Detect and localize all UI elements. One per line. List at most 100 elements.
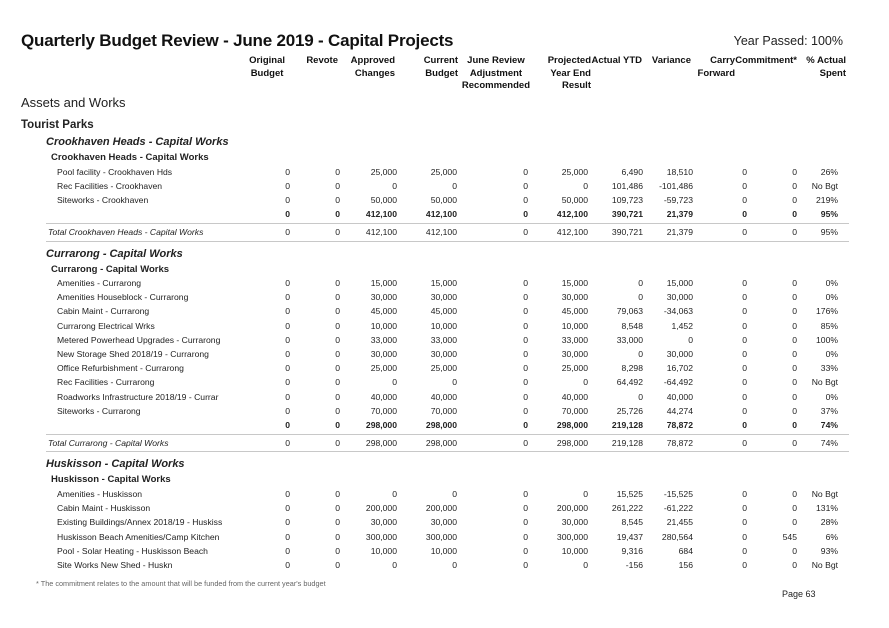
cell-carry-forward: 0: [742, 292, 747, 303]
cell-revote: 0: [335, 306, 340, 317]
cell-projected: 298,000: [556, 438, 588, 449]
cell-variance: 684: [678, 545, 693, 556]
cell-original-budget: 0: [285, 405, 290, 416]
cell-revote: 0: [335, 488, 340, 499]
cell-current-budget: 25,000: [430, 363, 457, 374]
project-name: Siteworks - Currarong: [57, 405, 141, 416]
project-name: Siteworks - Crookhaven: [57, 194, 149, 205]
cell-commitment: 0: [792, 377, 797, 388]
cell-june-review: 0: [523, 334, 528, 345]
project-name: Metered Powerhead Upgrades - Currarong: [57, 334, 221, 345]
cell-original-budget: 0: [285, 391, 290, 402]
cell-current-budget: 70,000: [430, 405, 457, 416]
total-row: Total Currarong - Capital Works 0 0 298,000…: [0, 438, 889, 452]
cell-revote: 0: [335, 166, 340, 177]
cell-carry-forward: 0: [742, 559, 747, 570]
cell-projected: 33,000: [561, 334, 588, 345]
cell-pct-spent: 0%: [825, 391, 838, 402]
cell-pct-spent: 0%: [825, 292, 838, 303]
column-header-line: Adjustment: [469, 67, 523, 79]
cell-actual-ytd: 219,128: [611, 438, 643, 449]
column-header-line: Forward: [697, 67, 735, 79]
cell-june-review: 0: [523, 278, 528, 288]
column-header-line: Approved: [350, 55, 395, 66]
cell-carry-forward: 0: [742, 306, 747, 317]
cell-current-budget: 0: [452, 377, 457, 388]
cell-projected: 0: [583, 559, 588, 570]
column-header-june-review: June Review Adjustment Recommended: [462, 55, 530, 93]
cell-variance: 44,274: [666, 405, 693, 416]
cell-pct-spent: 0%: [825, 349, 838, 359]
year-passed: Year Passed: 100%: [733, 34, 843, 48]
cell-actual-ytd: 390,721: [611, 227, 643, 238]
table-row: Site Works New Shed - Huskn 0 0 0 0 0 0 -156 156…: [0, 560, 889, 574]
cell-carry-forward: 0: [742, 194, 747, 205]
table-row: Amenities Houseblock - Currarong 0 0 30,000…: [0, 292, 889, 306]
cell-pct-spent: 28%: [820, 517, 838, 528]
column-header-carry-forward: Carry Forward: [698, 55, 735, 80]
cell-carry-forward: 0: [742, 391, 747, 402]
section-subtitle: Huskisson - Capital Works: [51, 474, 171, 486]
cell-approved-changes: 300,000: [365, 531, 397, 542]
table-row: Huskisson Beach Amenities/Camp Kitchen 0 0…: [0, 532, 889, 546]
column-header-line: June Review: [467, 55, 525, 66]
cell-june-review: 0: [523, 194, 528, 205]
table-row: Pool facility - Crookhaven Hds 0 0 25,000 25…: [0, 167, 889, 181]
section-title: Huskisson - Capital Works: [46, 458, 185, 471]
cell-approved-changes: 30,000: [370, 349, 397, 359]
column-header-revote: Revote: [306, 55, 338, 68]
table-row: Amenities - Currarong 0 0 15,000 15,000 0 15,0…: [0, 278, 889, 292]
cell-pct-spent: 219%: [816, 194, 838, 205]
table-row: Office Refurbishment - Currarong 0 0 25,000…: [0, 363, 889, 377]
cell-revote: 0: [335, 227, 340, 238]
project-name: Amenities - Currarong: [57, 278, 142, 288]
cell-original-budget: 0: [285, 559, 290, 570]
cell-actual-ytd: -156: [625, 559, 643, 570]
cell-carry-forward: 0: [742, 405, 747, 416]
column-header-line: Original: [249, 55, 285, 66]
table-row: Cabin Maint - Currarong 0 0 45,000 45,000 0 45…: [0, 306, 889, 320]
cell-projected: 298,000: [556, 420, 588, 430]
project-name: New Storage Shed 2018/19 - Currarong: [57, 349, 209, 359]
cell-original-budget: 0: [285, 320, 290, 331]
cell-approved-changes: 15,000: [370, 278, 397, 288]
cell-commitment: 0: [792, 166, 797, 177]
cell-revote: 0: [335, 517, 340, 528]
cell-carry-forward: 0: [742, 517, 747, 528]
cell-variance: -64,492: [663, 377, 693, 388]
column-header-actual-ytd: Actual YTD: [591, 55, 642, 68]
total-row: Total Crookhaven Heads - Capital Works 0 0…: [0, 227, 889, 241]
cell-projected: 25,000: [561, 166, 588, 177]
cell-carry-forward: 0: [742, 438, 747, 449]
cell-commitment: 0: [792, 194, 797, 205]
cell-approved-changes: 10,000: [370, 320, 397, 331]
cell-variance: -101,486: [659, 180, 693, 191]
total-divider: [46, 451, 849, 453]
cell-actual-ytd: 109,723: [611, 194, 643, 205]
cell-projected: 0: [583, 488, 588, 499]
cell-carry-forward: 0: [742, 320, 747, 331]
project-name: Pool - Solar Heating - Huskisson Beach: [57, 545, 208, 556]
project-name: Existing Buildings/Annex 2018/19 - Huski…: [57, 517, 223, 528]
cell-projected: 10,000: [561, 320, 588, 331]
cell-carry-forward: 0: [742, 349, 747, 359]
cell-commitment: 545: [782, 531, 797, 542]
cell-variance: -59,723: [663, 194, 693, 205]
cell-current-budget: 30,000: [430, 349, 457, 359]
cell-commitment: 0: [792, 349, 797, 359]
cell-actual-ytd: 8,545: [621, 517, 643, 528]
table-row: Siteworks - Currarong 0 0 70,000 70,000 0 70,0…: [0, 406, 889, 420]
cell-original-budget: 0: [285, 306, 290, 317]
cell-june-review: 0: [523, 545, 528, 556]
column-header-current-budget: Current Budget: [424, 55, 458, 80]
table-row: New Storage Shed 2018/19 - Currarong 0 0 30…: [0, 349, 889, 363]
cell-projected: 50,000: [561, 194, 588, 205]
cell-variance: -61,222: [663, 503, 693, 514]
cell-revote: 0: [335, 363, 340, 374]
total-label: Total Crookhaven Heads - Capital Works: [48, 227, 204, 238]
total-divider: [46, 223, 849, 225]
section-subtitle: Currarong - Capital Works: [51, 263, 170, 275]
cell-pct-spent: 37%: [820, 405, 838, 416]
cell-variance: 1,452: [671, 320, 693, 331]
cell-projected: 15,000: [561, 278, 588, 288]
